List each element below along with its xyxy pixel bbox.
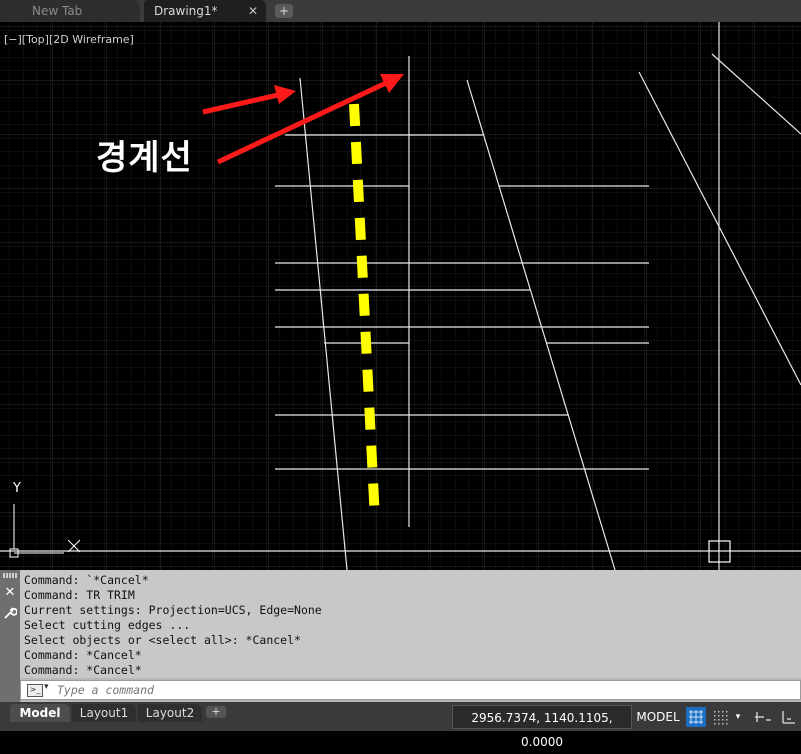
history-line: Select cutting edges ... xyxy=(24,618,191,632)
tab-close-icon[interactable]: ✕ xyxy=(248,0,258,22)
history-line: Command: `*Cancel* xyxy=(24,573,149,587)
layout-tab-model[interactable]: Model xyxy=(10,704,70,722)
command-history: Command: `*Cancel* Command: TR TRIM Curr… xyxy=(20,570,801,678)
ucs-y-label: Y xyxy=(13,481,21,496)
grid-toggle-icon[interactable] xyxy=(686,707,706,727)
tab-drawing1-label: Drawing1* xyxy=(154,4,218,18)
history-line: Current settings: Projection=UCS, Edge=N… xyxy=(24,603,322,617)
boundary-annotation-text: 경계선 xyxy=(96,138,193,178)
new-tab-plus-icon[interactable]: + xyxy=(275,4,293,18)
history-line: Command: *Cancel* xyxy=(24,648,142,662)
drag-grip-icon[interactable] xyxy=(3,573,17,578)
command-input-row: >_ ▾ xyxy=(20,680,801,700)
file-tab-bar: New Tab Drawing1* ✕ + xyxy=(0,0,801,22)
layout-tab-layout2[interactable]: Layout2 xyxy=(138,704,202,722)
command-prompt-icon[interactable]: >_ xyxy=(27,684,43,697)
ortho-mode-icon[interactable] xyxy=(778,707,798,727)
history-line: Select objects or <select all>: *Cancel* xyxy=(24,633,301,647)
coordinates-readout[interactable]: 2956.7374, 1140.1105, 0.0000 xyxy=(452,705,632,749)
command-input[interactable] xyxy=(57,682,757,698)
infer-constraints-icon[interactable] xyxy=(752,707,772,727)
tab-drawing1[interactable]: Drawing1* ✕ xyxy=(144,0,266,22)
tab-new-tab[interactable]: New Tab xyxy=(0,0,140,22)
status-bar: Model Layout1 Layout2 + 2956.7374, 1140.… xyxy=(0,702,801,749)
command-line-panel: ✕ Command: `*Cancel* Command: TR TRIM Cu… xyxy=(0,570,801,702)
wrench-icon[interactable] xyxy=(3,606,18,620)
drawing-viewport[interactable] xyxy=(0,22,801,570)
history-line: Command: *Cancel* xyxy=(24,663,142,677)
grid xyxy=(0,22,801,570)
drawing-canvas[interactable] xyxy=(0,22,801,570)
layout-tab-layout1[interactable]: Layout1 xyxy=(72,704,136,722)
viewport-controls-label[interactable]: [−][Top][2D Wireframe] xyxy=(4,33,134,46)
command-line-gutter: ✕ xyxy=(0,570,20,702)
snap-mode-icon[interactable] xyxy=(710,707,730,727)
history-line: Command: TR TRIM xyxy=(24,588,135,602)
snap-dropdown-icon[interactable]: ▾ xyxy=(732,707,744,727)
add-layout-plus-icon[interactable]: + xyxy=(206,706,226,718)
close-icon[interactable]: ✕ xyxy=(3,586,17,600)
recent-commands-dropdown-icon[interactable]: ▾ xyxy=(44,682,49,692)
model-space-button[interactable]: MODEL xyxy=(634,705,682,729)
